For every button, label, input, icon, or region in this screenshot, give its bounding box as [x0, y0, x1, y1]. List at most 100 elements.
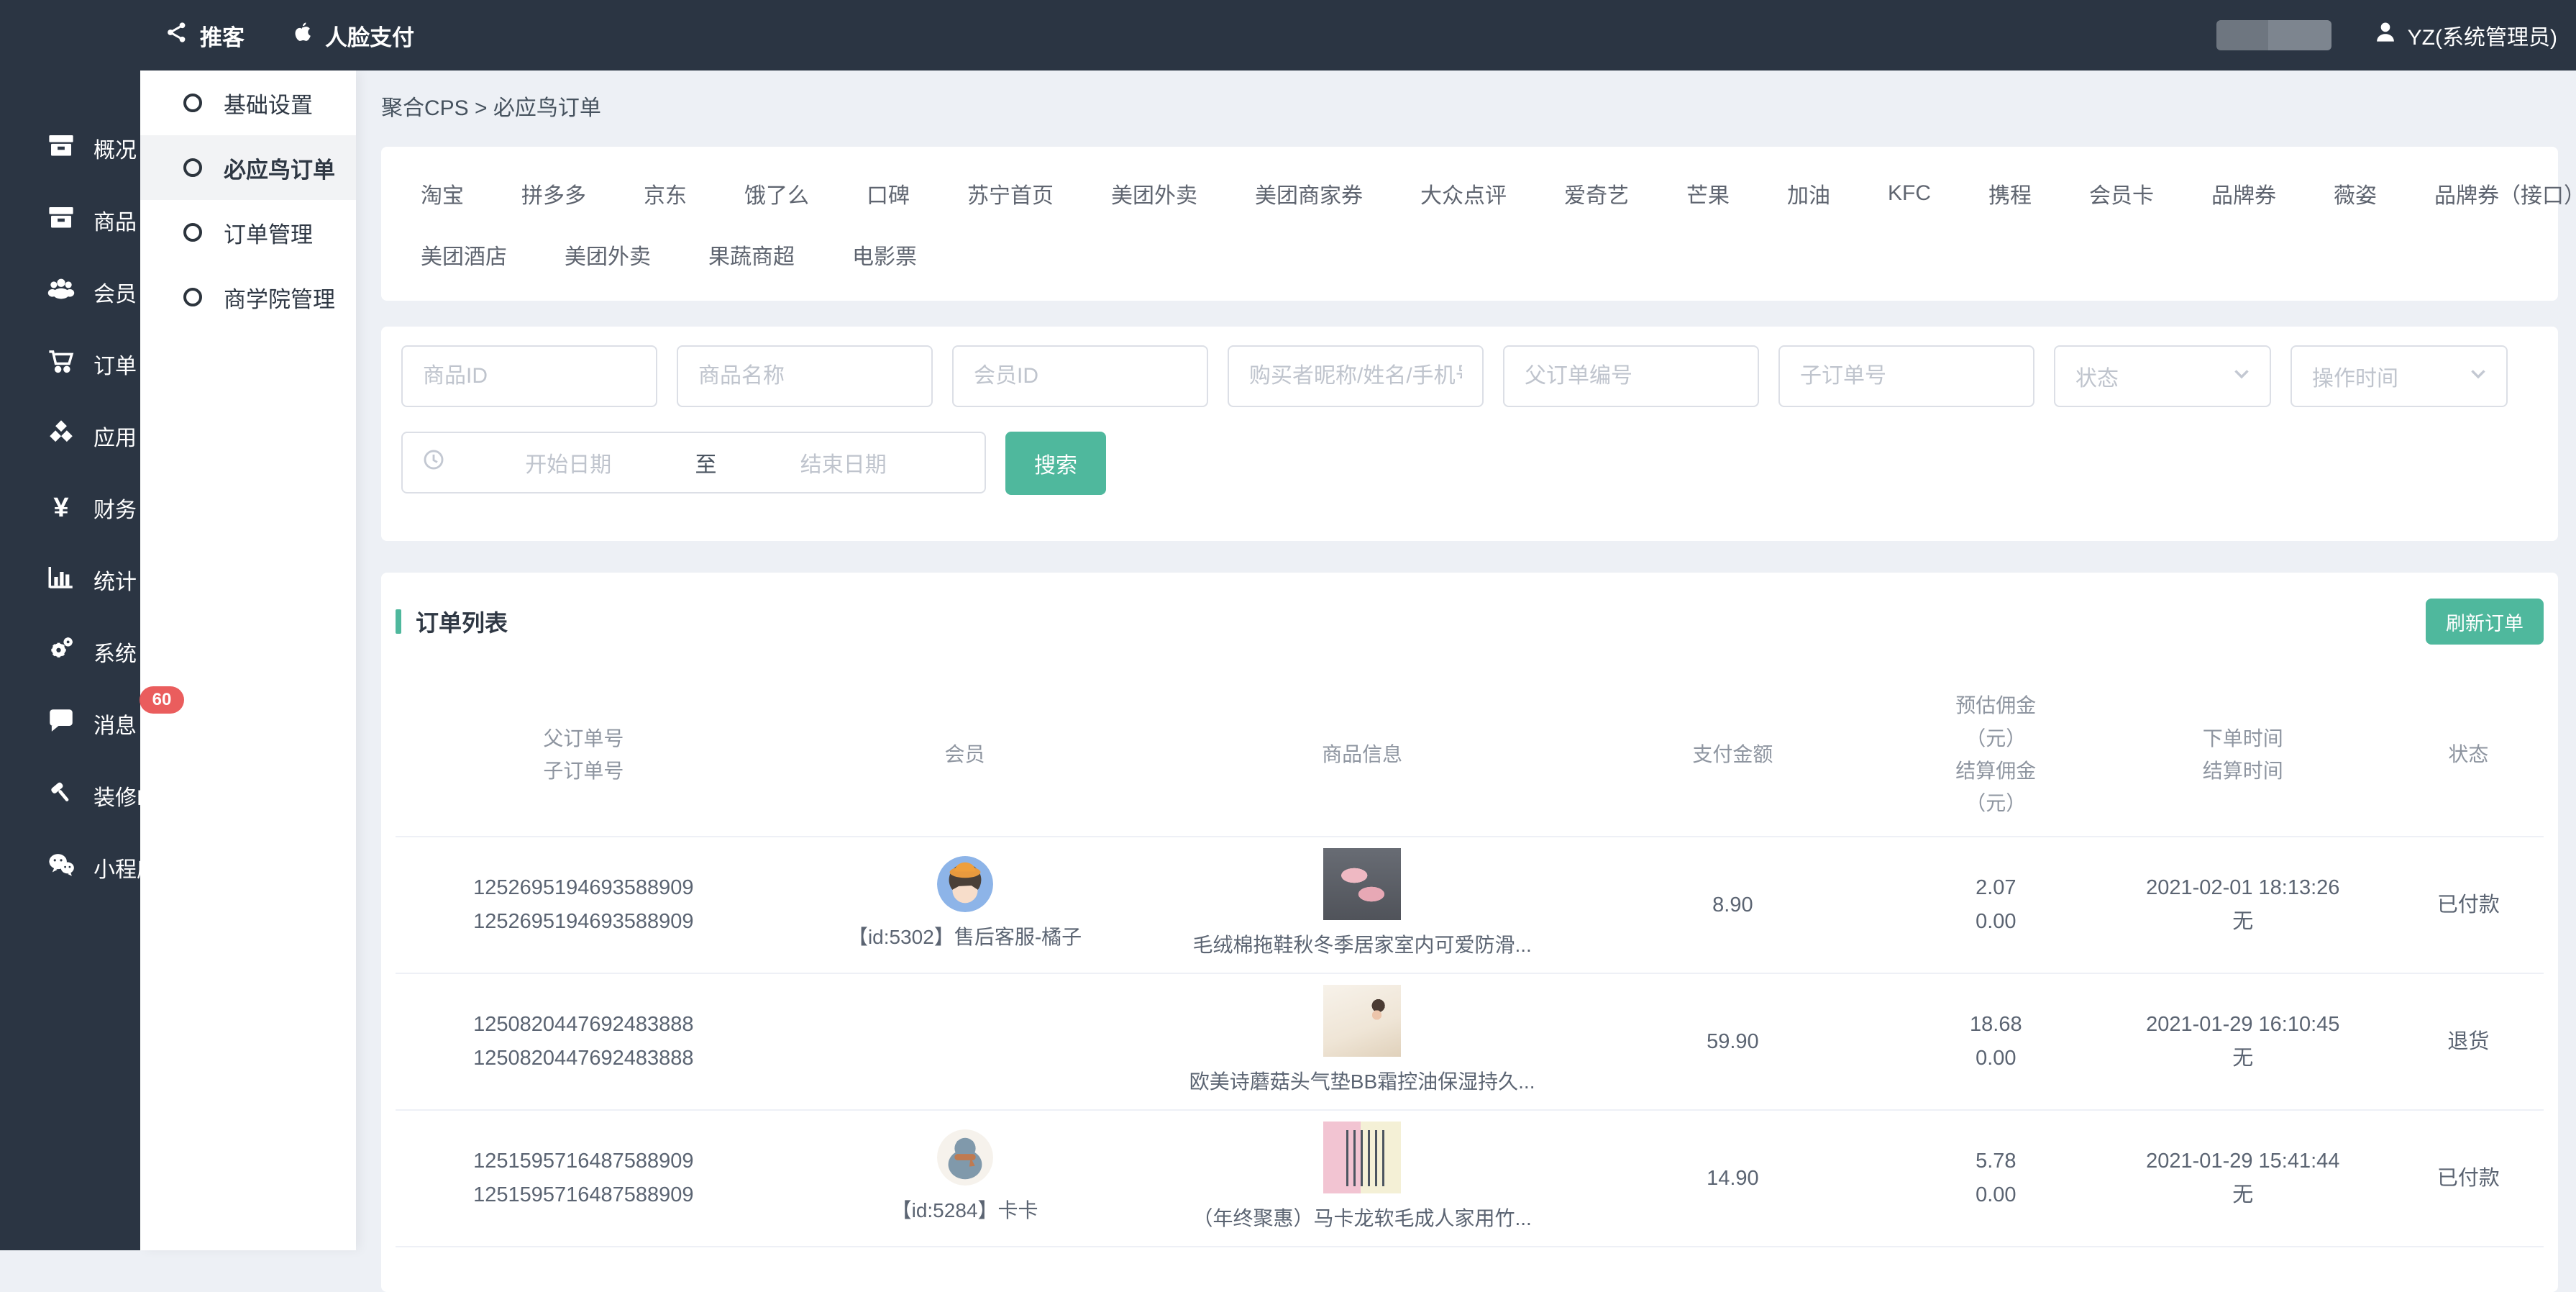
topnav-item-face-pay[interactable]: 人脸支付: [289, 19, 414, 52]
table-row: 1251595716487588909 1251595716487588909 …: [396, 1111, 2544, 1247]
sidebar-item-apps[interactable]: 应用: [0, 400, 140, 472]
submenu-item-bingbird-orders[interactable]: 必应鸟订单: [140, 135, 356, 200]
platform-tab[interactable]: 美团外卖: [565, 239, 651, 270]
refresh-orders-button[interactable]: 刷新订单: [2426, 599, 2544, 645]
sidebar-item-decorate-diy[interactable]: 装修DIY: [0, 760, 140, 832]
platform-tab[interactable]: 芒果: [1686, 178, 1730, 209]
table-header-row: 父订单号 子订单号 会员 商品信息 支付金额 预估佣金 （元） 结算佣金 （元）…: [396, 673, 2544, 837]
topnav-item-tuike[interactable]: 推客: [164, 19, 245, 52]
user-name: YZ(系统管理员): [2408, 19, 2557, 51]
order-time: 2021-01-29 15:41:44 无: [2093, 1145, 2393, 1212]
submenu-item-basic-settings[interactable]: 基础设置: [140, 70, 356, 135]
topnav: 推客 人脸支付: [164, 0, 414, 70]
message-count-badge: 60: [140, 686, 184, 714]
sidebar-item-orders[interactable]: 订单: [0, 328, 140, 400]
sidebar-item-statistics[interactable]: 统计: [0, 544, 140, 616]
platform-tabs-row-2: 美团酒店 美团外卖 果蔬商超 电影票: [421, 224, 2518, 285]
col-amount: 支付金额: [1566, 738, 1899, 770]
platform-tab[interactable]: 品牌券（接口）: [2434, 178, 2576, 209]
orders-table: 父订单号 子订单号 会员 商品信息 支付金额 预估佣金 （元） 结算佣金 （元）…: [396, 673, 2544, 1247]
member-avatar: [937, 856, 993, 912]
commission: 2.07 0.00: [1899, 871, 2093, 939]
start-date-placeholder: 开始日期: [446, 447, 691, 478]
platform-tab[interactable]: KFC: [1888, 181, 1931, 206]
order-list-card: 订单列表 刷新订单 父订单号 子订单号 会员 商品信息 支付金额 预估佣金 （元…: [381, 573, 2558, 1292]
platform-tab[interactable]: 品牌券: [2211, 178, 2276, 209]
clock-icon: [421, 447, 446, 478]
status-label: 已付款: [2393, 888, 2544, 922]
pay-amount: 59.90: [1566, 1025, 1899, 1059]
bar-chart-icon: [46, 562, 76, 598]
col-order-no: 父订单号 子订单号: [396, 722, 772, 788]
search-button[interactable]: 搜索: [1005, 432, 1106, 495]
platform-tab[interactable]: 京东: [644, 178, 687, 209]
breadcrumb[interactable]: 聚合CPS > 必应鸟订单: [381, 70, 2558, 147]
title-accent-bar: [396, 609, 401, 634]
platform-tab[interactable]: 大众点评: [1420, 178, 1507, 209]
order-numbers: 1251595716487588909 1251595716487588909: [396, 1145, 772, 1212]
product-title: 毛绒棉拖鞋秋冬季居家室内可爱防滑...: [1192, 929, 1531, 961]
platform-tab[interactable]: 口碑: [867, 178, 910, 209]
platform-tab[interactable]: 果蔬商超: [708, 239, 795, 270]
status-select[interactable]: 状态: [2054, 345, 2271, 407]
platform-tab[interactable]: 会员卡: [2089, 178, 2154, 209]
platform-tab[interactable]: 薇姿: [2334, 178, 2377, 209]
filter-row: 状态 操作时间: [401, 345, 2538, 407]
sidebar-item-system[interactable]: 系统: [0, 616, 140, 688]
order-time: 2021-01-29 16:10:45 无: [2093, 1008, 2393, 1075]
platform-tab[interactable]: 美团商家券: [1255, 178, 1363, 209]
pay-amount: 8.90: [1566, 888, 1899, 922]
member-id-input[interactable]: [952, 345, 1208, 407]
table-row: 1252695194693588909 1252695194693588909 …: [396, 837, 2544, 974]
table-row: 1250820447692483888 1250820447692483888 …: [396, 974, 2544, 1111]
operation-time-select[interactable]: 操作时间: [2290, 345, 2508, 407]
platform-tab[interactable]: 爱奇艺: [1564, 178, 1629, 209]
date-range-picker[interactable]: 开始日期 至 结束日期: [401, 432, 986, 493]
filter-card: 状态 操作时间 开始日期 至 结束日期 搜索: [381, 327, 2558, 541]
platform-tabs-row-1: 淘宝 拼多多 京东 饿了么 口碑 苏宁首页 美团外卖 美团商家券 大众点评 爱奇…: [421, 163, 2518, 224]
commission: 18.68 0.00: [1899, 1008, 2093, 1075]
box-icon: [46, 130, 76, 166]
section-title: 订单列表: [396, 605, 508, 638]
main-content: 聚合CPS > 必应鸟订单 淘宝 拼多多 京东 饿了么 口碑 苏宁首页 美团外卖…: [356, 70, 2576, 1250]
product-id-input[interactable]: [401, 345, 657, 407]
parent-order-no-input[interactable]: [1503, 345, 1759, 407]
platform-tab[interactable]: 拼多多: [521, 178, 586, 209]
redacted-block: [2216, 20, 2331, 50]
sub-order-no-input[interactable]: [1778, 345, 2034, 407]
member-name: 【id:5284】卡卡: [892, 1194, 1038, 1227]
platform-tab[interactable]: 苏宁首页: [967, 178, 1054, 209]
submenu-item-order-management[interactable]: 订单管理: [140, 200, 356, 265]
platform-tab[interactable]: 美团外卖: [1111, 178, 1197, 209]
share-icon: [164, 19, 190, 51]
yen-icon: ¥: [46, 493, 76, 524]
product-title: （年终聚惠）马卡龙软毛成人家用竹...: [1192, 1202, 1531, 1234]
sidebar-item-finance[interactable]: ¥ 财务: [0, 472, 140, 544]
sidebar-item-products[interactable]: 商品: [0, 184, 140, 256]
buyer-input[interactable]: [1228, 345, 1484, 407]
sidebar-item-messages[interactable]: 消息60: [0, 688, 140, 760]
user-menu[interactable]: YZ(系统管理员): [2372, 19, 2557, 52]
apple-icon: [289, 19, 315, 51]
col-commission: 预估佣金 （元） 结算佣金 （元）: [1899, 689, 2093, 819]
platform-tab[interactable]: 电影票: [852, 239, 917, 270]
platform-tab[interactable]: 淘宝: [421, 178, 464, 209]
col-member: 会员: [772, 738, 1159, 770]
sidebar-item-overview[interactable]: 概况: [0, 112, 140, 184]
platform-tab[interactable]: 饿了么: [744, 178, 809, 209]
col-time: 下单时间 结算时间: [2093, 722, 2393, 788]
submenu-item-academy-management[interactable]: 商学院管理: [140, 265, 356, 329]
date-filter-row: 开始日期 至 结束日期 搜索: [401, 432, 2538, 495]
product-name-input[interactable]: [677, 345, 933, 407]
comment-icon: [46, 706, 76, 742]
platform-tab[interactable]: 美团酒店: [421, 239, 507, 270]
member-name: 【id:5302】售后客服-橘子: [848, 921, 1082, 953]
sidebar-item-members[interactable]: 会员: [0, 256, 140, 328]
users-icon: [46, 274, 76, 310]
platform-tab[interactable]: 加油: [1787, 178, 1830, 209]
status-label: 已付款: [2393, 1162, 2544, 1196]
sidebar-item-mini-program[interactable]: 小程序: [0, 832, 140, 904]
product-image: [1323, 848, 1401, 920]
platform-tab[interactable]: 携程: [1988, 178, 2032, 209]
order-numbers: 1252695194693588909 1252695194693588909: [396, 871, 772, 939]
